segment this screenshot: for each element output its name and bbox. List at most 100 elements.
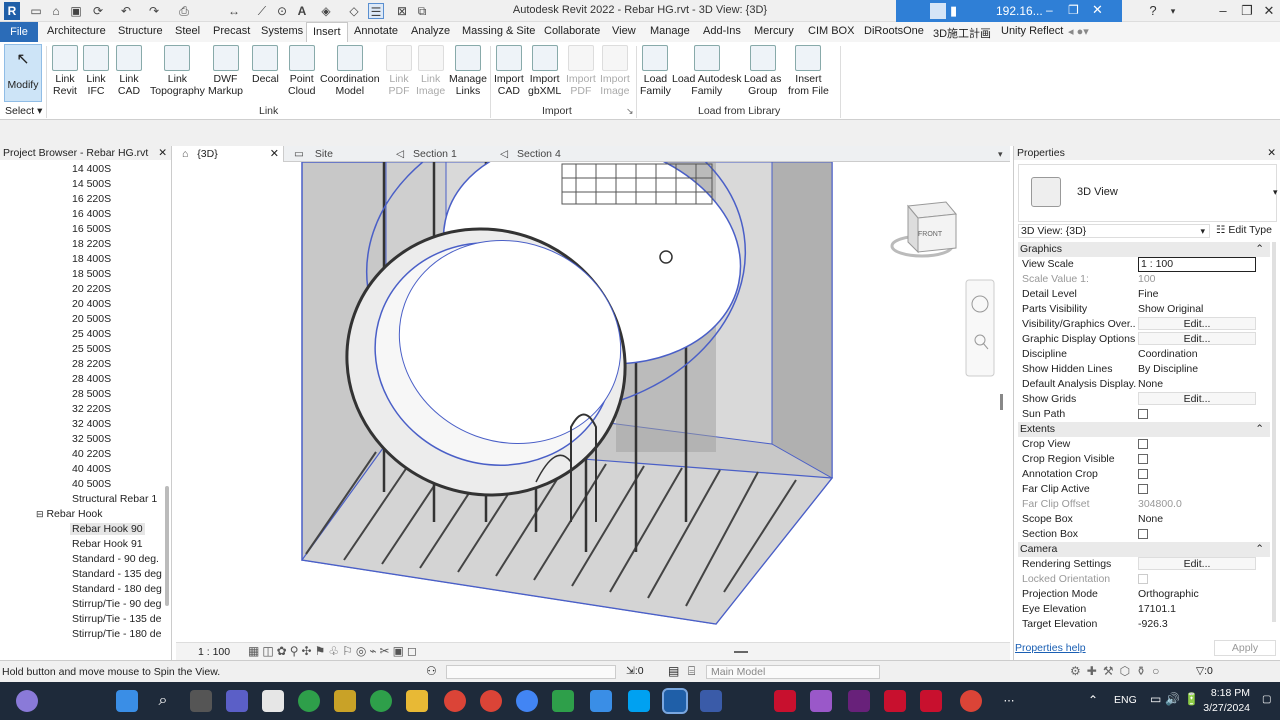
tree-item[interactable]: 18 500S [72,268,111,280]
section-graphics[interactable]: Graphics ⌃ [1018,242,1270,257]
tab-manage[interactable]: Manage [650,25,690,37]
section-extents[interactable]: Extents ⌃ [1018,422,1270,437]
link-topography-button[interactable]: Link Topography [150,45,205,97]
view-scale[interactable]: 1 : 100 [198,646,230,658]
instance-filter-select[interactable]: 3D View: {3D} ▾ [1018,224,1210,238]
manage-links-button[interactable]: Manage Links [449,45,487,97]
file-explorer-icon[interactable] [406,690,428,712]
visual-studio-icon[interactable] [848,690,870,712]
chevron-down-icon[interactable]: ▾ [1273,187,1278,198]
chrome-icon[interactable] [298,690,320,712]
properties-scrollbar[interactable] [1272,242,1276,622]
tab-architecture[interactable]: Architecture [47,25,106,37]
editing-requests-count[interactable]: ⇲:0 [626,665,644,677]
property-value[interactable]: Show Original [1138,302,1256,317]
property-value[interactable] [1138,437,1256,452]
tree-item[interactable]: 16 400S [72,208,111,220]
property-value[interactable] [1138,452,1256,467]
tab-steel[interactable]: Steel [175,25,200,37]
design-options-icon[interactable]: ▤ [668,664,679,678]
link-image-button[interactable]: Link Image [416,45,445,97]
tree-item[interactable]: Structural Rebar 1 [72,493,157,505]
tab-section-4[interactable]: ◁ Section 4 [500,146,604,162]
search-icon[interactable]: ⌕ [152,690,174,712]
tree-item[interactable]: 28 220S [72,358,111,370]
property-value[interactable]: -926.3 [1138,617,1256,632]
tab-dropdown-icon[interactable]: ▾ [998,146,1003,162]
edit-type-button[interactable]: ☷ Edit Type [1216,224,1272,236]
notification-icon[interactable]: ▢ [1262,694,1271,705]
chrome-icon[interactable] [516,690,538,712]
figma-icon[interactable] [810,690,832,712]
tab-mercury[interactable]: Mercury [754,25,794,37]
tab-systems[interactable]: Systems [261,25,303,37]
property-value[interactable]: 1 : 100 [1138,257,1256,272]
workset-select[interactable] [446,665,616,679]
browser-scrollbar[interactable] [165,486,169,606]
property-value[interactable]: None [1138,512,1256,527]
app-icon[interactable] [334,690,356,712]
property-value[interactable] [1138,482,1256,497]
tab-3d-construction[interactable]: 3D施工計画 [933,25,991,41]
pin-icon[interactable] [930,3,946,19]
chrome-icon[interactable] [370,690,392,712]
tab-structure[interactable]: Structure [118,25,163,37]
close-remote-icon[interactable]: ✕ [1092,2,1103,18]
remote-connection-bar[interactable]: ▮ 192.16... – ❐ ✕ [896,0,1122,22]
property-value[interactable]: Edit... [1138,392,1256,405]
property-value[interactable]: Edit... [1138,557,1256,570]
tree-item[interactable]: 28 500S [72,388,111,400]
close-icon[interactable]: ✕ [1260,2,1278,20]
property-value[interactable]: Fine [1138,287,1256,302]
tree-item[interactable]: 40 220S [72,448,111,460]
modify-button[interactable]: ↖ Modify [4,44,42,102]
3d-viewport[interactable]: FRONT [176,162,1010,642]
tree-item[interactable]: 32 500S [72,433,111,445]
autocad-icon[interactable] [774,690,796,712]
tree-item[interactable]: Rebar Hook 90 [70,523,145,535]
tree-item[interactable]: 32 400S [72,418,111,430]
chrome-icon[interactable] [480,690,502,712]
close-icon[interactable]: ✕ [270,146,279,162]
app-icon[interactable] [262,690,284,712]
selection-filters-icons[interactable]: ⚙✚⚒⬡⚱○ [1070,664,1165,678]
property-value[interactable]: None [1138,377,1256,392]
property-value[interactable]: Orthographic [1138,587,1256,602]
tree-item[interactable]: 14 400S [72,163,111,175]
property-value[interactable]: Coordination [1138,347,1256,362]
chrome-icon[interactable] [444,690,466,712]
tree-item[interactable]: Stirrup/Tie - 90 deg [72,598,162,610]
property-value[interactable] [1138,467,1256,482]
language-indicator[interactable]: ENG [1114,694,1137,706]
tree-item[interactable]: 32 220S [72,403,111,415]
navigation-bar[interactable] [965,279,995,377]
tree-item[interactable]: 20 500S [72,313,111,325]
tab-insert[interactable]: Insert [306,22,348,43]
close-icon[interactable]: ✕ [158,146,167,160]
model-drawing[interactable]: FRONT [176,162,1010,642]
restore-remote-icon[interactable]: ❐ [1068,3,1079,17]
tree-item[interactable]: 40 400S [72,463,111,475]
worksharing-icon[interactable]: ⚇ [426,664,437,678]
tab-massing-site[interactable]: Massing & Site [462,25,535,37]
property-value[interactable] [1138,407,1256,422]
minimize-remote-icon[interactable]: – [1046,3,1053,17]
tree-item[interactable]: Rebar Hook 91 [72,538,143,550]
tab-analyze[interactable]: Analyze [411,25,450,37]
tree-item[interactable]: Stirrup/Tie - 135 de [72,613,162,625]
tab-site[interactable]: ▭ Site [288,146,392,162]
weather-icon[interactable] [16,690,38,712]
tab-cim-box[interactable]: CIM BOX [808,25,854,37]
property-value[interactable]: Edit... [1138,332,1256,345]
chevron-up-icon[interactable]: ⌃ [1088,693,1098,707]
import-image-button[interactable]: Import Image [600,45,630,97]
autocad-icon[interactable] [884,690,906,712]
minimize-icon[interactable]: – [1214,2,1232,20]
property-value[interactable]: By Discipline [1138,362,1256,377]
tree-item[interactable]: Standard - 180 deg [72,583,162,595]
properties-help-link[interactable]: Properties help [1015,642,1086,654]
tree-item[interactable]: 18 220S [72,238,111,250]
tree-item[interactable]: 25 500S [72,343,111,355]
design-option-select[interactable]: Main Model [706,665,880,679]
tree-item[interactable]: 20 400S [72,298,111,310]
